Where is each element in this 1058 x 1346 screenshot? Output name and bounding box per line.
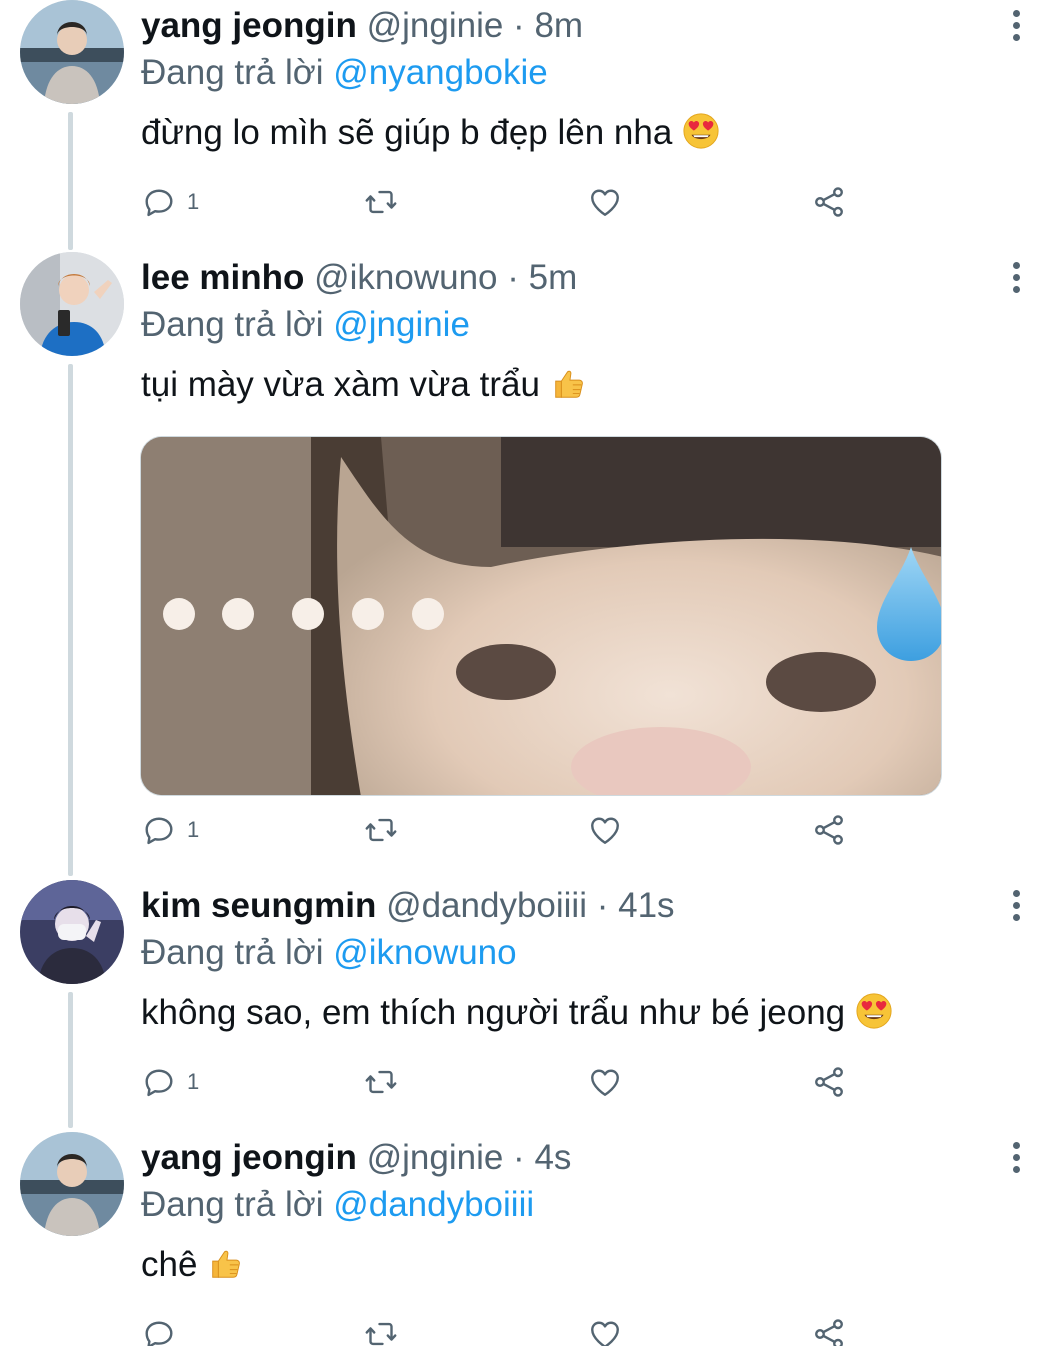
user-handle[interactable]: @dandyboiiii: [386, 886, 587, 925]
like-button[interactable]: [587, 182, 623, 222]
retweet-button[interactable]: [363, 1314, 399, 1346]
tweet-actions: 1: [141, 182, 861, 222]
tweet-actions: 1: [141, 810, 861, 850]
share-icon: [811, 1316, 847, 1346]
replying-to-label: Đang trả lời: [141, 933, 324, 972]
replying-to: Đang trả lời @jnginie: [141, 302, 1018, 348]
reply-count: 1: [187, 1069, 200, 1094]
reply-thread: yang jeongin @jnginie · 8m Đang trả lời …: [0, 0, 1058, 1346]
heart-icon: [587, 1316, 623, 1346]
mention-link[interactable]: @iknowuno: [333, 933, 516, 972]
tweet-actions: 1: [141, 1062, 861, 1102]
share-button[interactable]: [811, 1062, 847, 1102]
like-button[interactable]: [587, 1062, 623, 1102]
tweet-header: yang jeongin @jnginie · 8m: [141, 2, 1018, 50]
retweet-button[interactable]: [363, 1062, 399, 1102]
timestamp[interactable]: 4s: [534, 1138, 571, 1177]
heart-icon: [587, 184, 623, 220]
user-handle[interactable]: @iknowuno: [314, 258, 497, 297]
reply-button[interactable]: 1: [141, 1062, 199, 1102]
heart-eyes-emoji: [682, 112, 720, 150]
retweet-icon: [363, 184, 399, 220]
reply-button[interactable]: 1: [141, 810, 199, 850]
retweet-button[interactable]: [363, 182, 399, 222]
retweet-icon: [363, 1064, 399, 1100]
share-button[interactable]: [811, 182, 847, 222]
separator-dot: ·: [596, 886, 609, 925]
more-icon[interactable]: [1008, 10, 1024, 44]
tweet-header: kim seungmin @dandyboiiii · 41s: [141, 882, 1018, 930]
share-button[interactable]: [811, 1314, 847, 1346]
separator-dot: ·: [513, 6, 525, 45]
avatar[interactable]: [20, 0, 124, 104]
thumbs-up-emoji: [550, 364, 588, 402]
share-icon: [811, 1064, 847, 1100]
display-name[interactable]: kim seungmin: [141, 886, 376, 925]
heart-icon: [587, 812, 623, 848]
avatar[interactable]: [20, 1132, 124, 1236]
tweet-text: chê: [141, 1242, 1018, 1288]
display-name[interactable]: lee minho: [141, 258, 304, 297]
user-handle[interactable]: @jnginie: [367, 6, 504, 45]
reply-icon: [141, 1064, 177, 1100]
tweet[interactable]: yang jeongin @jnginie · 8m Đang trả lời …: [0, 0, 1058, 250]
display-name[interactable]: yang jeongin: [141, 6, 357, 45]
mention-link[interactable]: @dandyboiiii: [333, 1185, 534, 1224]
tweet-text-content: tụi mày vừa xàm vừa trẩu: [141, 365, 540, 404]
share-icon: [811, 184, 847, 220]
reply-count: 1: [187, 817, 200, 842]
tweet-text: đừng lo mìh sẽ giúp b đẹp lên nha: [141, 110, 1018, 156]
separator-dot: ·: [513, 1138, 525, 1177]
replying-to-label: Đang trả lời: [141, 1185, 324, 1224]
cat-meme-image[interactable]: [140, 436, 942, 796]
like-button[interactable]: [587, 1314, 623, 1346]
tweet-text: không sao, em thích người trẩu như bé je…: [141, 990, 1018, 1036]
retweet-button[interactable]: [363, 810, 399, 850]
reply-icon: [141, 1316, 177, 1346]
avatar[interactable]: [20, 880, 124, 984]
like-button[interactable]: [587, 810, 623, 850]
tweet-text-content: đừng lo mìh sẽ giúp b đẹp lên nha: [141, 113, 673, 152]
reply-icon: [141, 184, 177, 220]
mention-link[interactable]: @nyangbokie: [333, 53, 548, 92]
replying-to: Đang trả lời @dandyboiiii: [141, 1182, 1018, 1228]
replying-to: Đang trả lời @iknowuno: [141, 930, 1018, 976]
timestamp[interactable]: 41s: [618, 886, 674, 925]
more-icon[interactable]: [1008, 890, 1024, 924]
reply-icon: [141, 812, 177, 848]
reply-count: 1: [187, 189, 200, 214]
user-handle[interactable]: @jnginie: [367, 1138, 504, 1177]
separator-dot: ·: [507, 258, 519, 297]
replying-to-label: Đang trả lời: [141, 305, 324, 344]
tweet-text-content: không sao, em thích người trẩu như bé je…: [141, 993, 846, 1032]
tweet-text-content: chê: [141, 1245, 198, 1284]
tweet[interactable]: kim seungmin @dandyboiiii · 41s Đang trả…: [0, 880, 1058, 1130]
timestamp[interactable]: 5m: [529, 258, 578, 297]
mention-link[interactable]: @jnginie: [333, 305, 470, 344]
retweet-icon: [363, 1316, 399, 1346]
heart-icon: [587, 1064, 623, 1100]
more-icon[interactable]: [1008, 262, 1024, 296]
timestamp[interactable]: 8m: [534, 6, 583, 45]
tweet[interactable]: lee minho @iknowuno · 5m Đang trả lời @j…: [0, 252, 1058, 878]
heart-eyes-emoji: [855, 992, 893, 1030]
share-icon: [811, 812, 847, 848]
thumbs-up-emoji: [207, 1244, 245, 1282]
share-button[interactable]: [811, 810, 847, 850]
display-name[interactable]: yang jeongin: [141, 1138, 357, 1177]
replying-to: Đang trả lời @nyangbokie: [141, 50, 1018, 96]
retweet-icon: [363, 812, 399, 848]
more-icon[interactable]: [1008, 1142, 1024, 1176]
tweet-header: lee minho @iknowuno · 5m: [141, 254, 1018, 302]
reply-button[interactable]: 1: [141, 182, 199, 222]
replying-to-label: Đang trả lời: [141, 53, 324, 92]
tweet[interactable]: yang jeongin @jnginie · 4s Đang trả lời …: [0, 1132, 1058, 1346]
reply-button[interactable]: [141, 1314, 187, 1346]
avatar[interactable]: [20, 252, 124, 356]
tweet-text: tụi mày vừa xàm vừa trẩu: [141, 362, 1018, 408]
tweet-actions: [141, 1314, 861, 1346]
tweet-header: yang jeongin @jnginie · 4s: [141, 1134, 1018, 1182]
